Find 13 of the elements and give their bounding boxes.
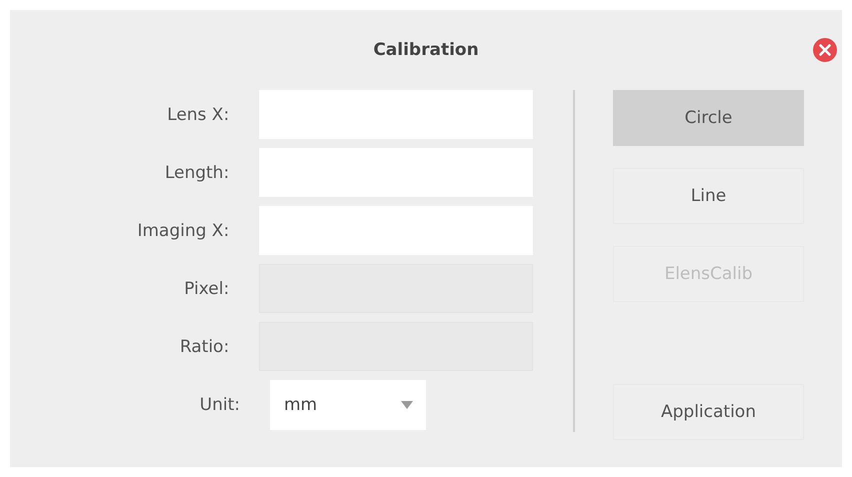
- field-label: Ratio:: [178, 336, 230, 356]
- action-button[interactable]: Line: [613, 168, 804, 224]
- field-label: Unit:: [198, 395, 240, 415]
- field-label: Length:: [164, 162, 230, 182]
- close-icon[interactable]: [812, 37, 838, 63]
- field-label: Pixel:: [183, 278, 230, 298]
- action-button[interactable]: Circle: [613, 90, 804, 146]
- field-label: Imaging X:: [136, 220, 230, 240]
- caret-icon: [400, 400, 414, 410]
- unit-dropdown[interactable]: mm: [270, 380, 426, 430]
- action-button[interactable]: Application: [613, 384, 804, 440]
- dialog-title: Calibration: [373, 40, 479, 60]
- field-label: Lens X:: [166, 104, 230, 124]
